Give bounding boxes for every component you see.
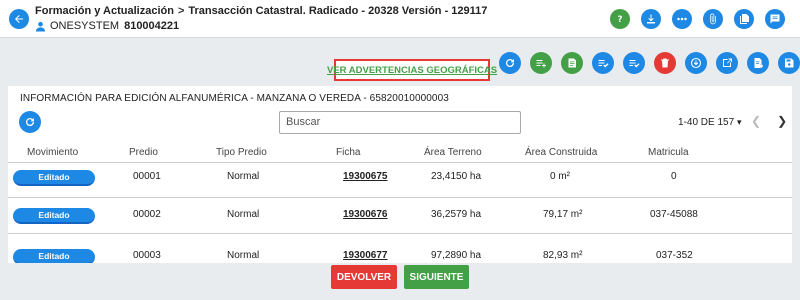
table-row: Editado 00002 Normal 19300676 36,2579 ha… bbox=[8, 200, 792, 234]
refresh-icon bbox=[26, 117, 35, 127]
column-header-movimiento[interactable]: Movimiento bbox=[27, 147, 78, 158]
table-header: Movimiento Predio Tipo Predio Ficha Área… bbox=[8, 141, 792, 163]
column-header-area-construida[interactable]: Área Construida bbox=[525, 147, 597, 158]
delete-icon bbox=[661, 58, 669, 68]
column-header-matricula[interactable]: Matricula bbox=[648, 147, 689, 158]
tipo-predio-cell: Normal bbox=[227, 171, 260, 182]
save-icon bbox=[785, 58, 794, 68]
table-refresh-button[interactable] bbox=[19, 111, 41, 133]
action-toolbar bbox=[499, 52, 800, 74]
next-page-button[interactable]: ❯ bbox=[777, 114, 787, 128]
area-terreno-cell: 23,4150 ha bbox=[431, 171, 482, 182]
checklist-icon bbox=[598, 60, 609, 68]
tipo-predio-cell: Normal bbox=[227, 209, 260, 220]
column-header-tipo-predio[interactable]: Tipo Predio bbox=[216, 147, 267, 158]
pagination-range[interactable]: 1-40 DE 157 ▾ bbox=[678, 117, 741, 128]
attach-icon bbox=[710, 13, 716, 25]
doc-settings-button[interactable] bbox=[747, 52, 769, 74]
predio-cell: 00003 bbox=[133, 250, 161, 261]
column-header-ficha[interactable]: Ficha bbox=[336, 147, 360, 158]
pagination-text: 1-40 DE 157 bbox=[678, 117, 735, 128]
area-construida-cell: 79,17 m² bbox=[543, 209, 583, 220]
user-icon bbox=[35, 21, 46, 32]
documents-button[interactable] bbox=[734, 9, 754, 29]
add-list-icon bbox=[536, 60, 546, 68]
geo-warnings-highlight: VER ADVERTENCIAS GEOGRÁFICAS bbox=[327, 59, 497, 81]
prev-page-button[interactable]: ❮ bbox=[751, 114, 761, 128]
movement-status-button[interactable]: Editado bbox=[13, 249, 95, 263]
more-options-button[interactable] bbox=[672, 9, 692, 29]
download-icon bbox=[647, 14, 655, 24]
user-info: ONESYSTEM 810004221 bbox=[35, 20, 179, 32]
area-construida-cell: 0 m² bbox=[550, 171, 570, 182]
table-row: Editado 00001 Normal 19300675 23,4150 ha… bbox=[8, 164, 792, 198]
breadcrumb-separator: > bbox=[177, 5, 185, 17]
next-button[interactable]: SIGUIENTE bbox=[404, 265, 469, 289]
refresh-icon bbox=[506, 58, 515, 68]
checklist-2-button[interactable] bbox=[623, 52, 645, 74]
add-list-button[interactable] bbox=[530, 52, 552, 74]
download-button[interactable] bbox=[641, 9, 661, 29]
svg-text:?: ? bbox=[618, 15, 623, 25]
pagination-arrows: ❮ ❯ bbox=[751, 114, 787, 128]
edit-doc-icon bbox=[568, 58, 576, 68]
breadcrumb: Formación y Actualización > Transacción Ca… bbox=[35, 5, 487, 17]
return-button[interactable]: DEVOLVER bbox=[331, 265, 397, 289]
export-icon bbox=[723, 58, 732, 67]
search-input[interactable]: Buscar bbox=[279, 111, 521, 134]
area-construida-cell: 82,93 m² bbox=[543, 250, 583, 261]
user-code: 810004221 bbox=[124, 20, 180, 32]
circle-down-icon bbox=[690, 57, 702, 69]
predio-cell: 00001 bbox=[133, 171, 161, 182]
area-terreno-cell: 97,2890 ha bbox=[431, 250, 482, 261]
checklist-button[interactable] bbox=[592, 52, 614, 74]
breadcrumb-item-module: Formación y Actualización bbox=[35, 5, 174, 17]
matricula-cell: 037-352 bbox=[656, 250, 693, 261]
movement-status-button[interactable]: Editado bbox=[13, 170, 95, 186]
predio-cell: 00002 bbox=[133, 209, 161, 220]
chevron-down-icon: ▾ bbox=[736, 117, 742, 127]
arrow-left-icon bbox=[15, 15, 23, 23]
column-header-area-terreno[interactable]: Área Terreno bbox=[424, 147, 482, 158]
tipo-predio-cell: Normal bbox=[227, 250, 260, 261]
ficha-link[interactable]: 19300677 bbox=[343, 250, 388, 261]
user-name: ONESYSTEM bbox=[50, 20, 120, 32]
geo-warnings-link[interactable]: VER ADVERTENCIAS GEOGRÁFICAS bbox=[327, 65, 497, 76]
edit-document-button[interactable] bbox=[561, 52, 583, 74]
area-terreno-cell: 36,2579 ha bbox=[431, 209, 482, 220]
save-button[interactable] bbox=[778, 52, 800, 74]
help-button[interactable]: ? bbox=[610, 9, 630, 29]
top-bar: Formación y Actualización > Transacción Ca… bbox=[0, 0, 800, 38]
notes-button[interactable] bbox=[765, 9, 785, 29]
breadcrumb-item-transaction: Transacción Catastral. Radicado - 20328 … bbox=[188, 5, 488, 17]
ficha-link[interactable]: 19300676 bbox=[343, 209, 388, 220]
attach-button[interactable] bbox=[703, 9, 723, 29]
more-icon bbox=[677, 17, 687, 21]
matricula-cell: 0 bbox=[671, 171, 677, 182]
panel-title: INFORMACIÓN PARA EDICIÓN ALFANUMÉRICA - … bbox=[20, 93, 449, 104]
export-button[interactable] bbox=[716, 52, 738, 74]
matricula-cell: 037-45088 bbox=[650, 209, 698, 220]
refresh-button[interactable] bbox=[499, 52, 521, 74]
ficha-link[interactable]: 19300675 bbox=[343, 171, 388, 182]
movement-status-button[interactable]: Editado bbox=[13, 208, 95, 224]
back-button[interactable] bbox=[9, 9, 29, 29]
column-header-predio[interactable]: Predio bbox=[129, 147, 158, 158]
table-row: Editado 00003 Normal 19300677 97,2890 ha… bbox=[8, 245, 792, 263]
notes-icon bbox=[770, 14, 780, 24]
delete-button[interactable] bbox=[654, 52, 676, 74]
circle-down-button[interactable] bbox=[685, 52, 707, 74]
documents-icon bbox=[740, 14, 749, 24]
help-icon: ? bbox=[618, 15, 623, 25]
checklist-2-icon bbox=[629, 60, 640, 68]
doc-settings-icon bbox=[754, 58, 763, 68]
